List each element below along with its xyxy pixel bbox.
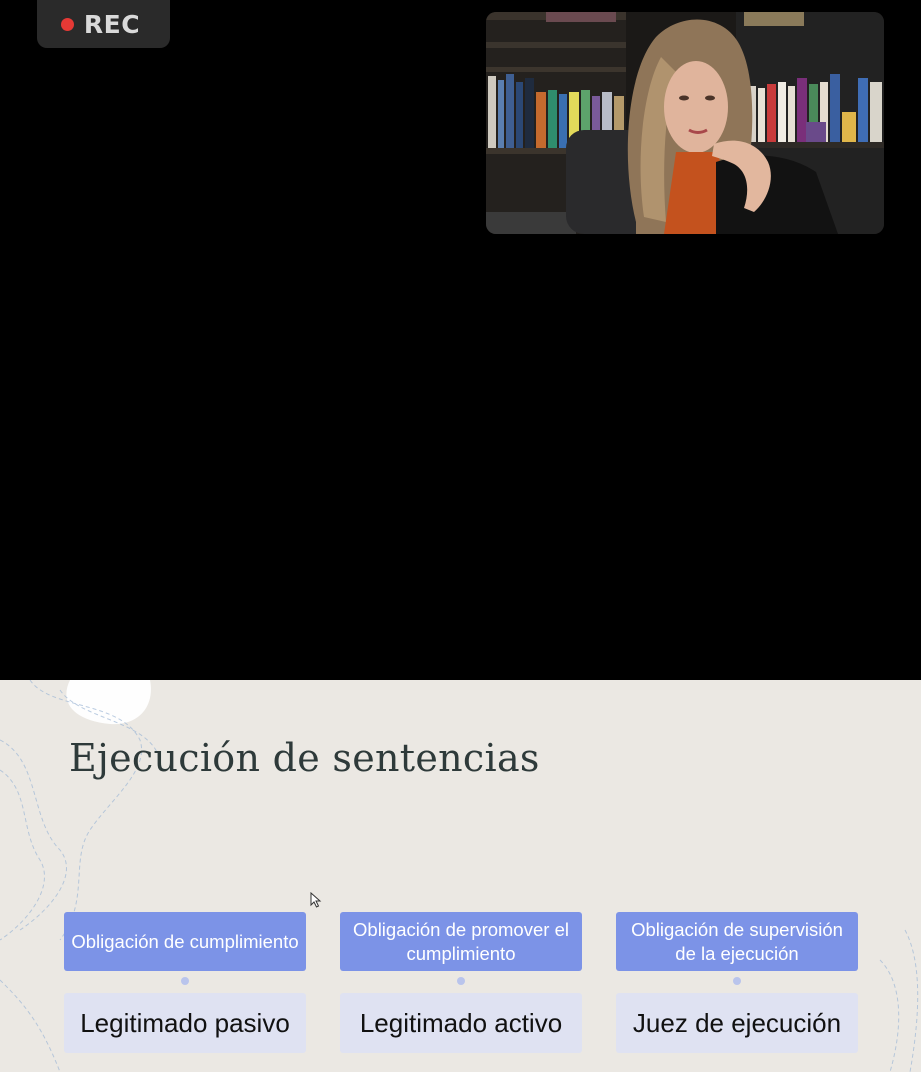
- recording-dot-icon: [60, 17, 74, 31]
- recording-label: REC: [83, 9, 141, 39]
- participant-video-image: [486, 12, 884, 234]
- column-header: Obligación de supervisión de la ejecució…: [616, 912, 858, 971]
- connector-dot: [457, 977, 465, 985]
- obligation-column-2: Obligación de promover el cumplimiento L…: [340, 912, 582, 1053]
- column-header: Obligación de promover el cumplimiento: [340, 912, 582, 971]
- column-body: Legitimado activo: [340, 993, 582, 1053]
- recording-indicator: REC: [37, 0, 170, 48]
- column-body: Juez de ejecución: [616, 993, 858, 1053]
- slide-title: Ejecución de sentencias: [69, 736, 540, 780]
- obligation-column-1: Obligación de cumplimiento Legitimado pa…: [64, 912, 306, 1053]
- mouse-pointer-icon: [310, 892, 322, 908]
- column-body: Legitimado pasivo: [64, 993, 306, 1053]
- presentation-slide: Ejecución de sentencias Obligación de cu…: [0, 680, 921, 1072]
- connector-dot: [733, 977, 741, 985]
- column-header: Obligación de cumplimiento: [64, 912, 306, 971]
- participant-video-tile[interactable]: [486, 12, 884, 234]
- obligation-column-3: Obligación de supervisión de la ejecució…: [616, 912, 858, 1053]
- connector-dot: [181, 977, 189, 985]
